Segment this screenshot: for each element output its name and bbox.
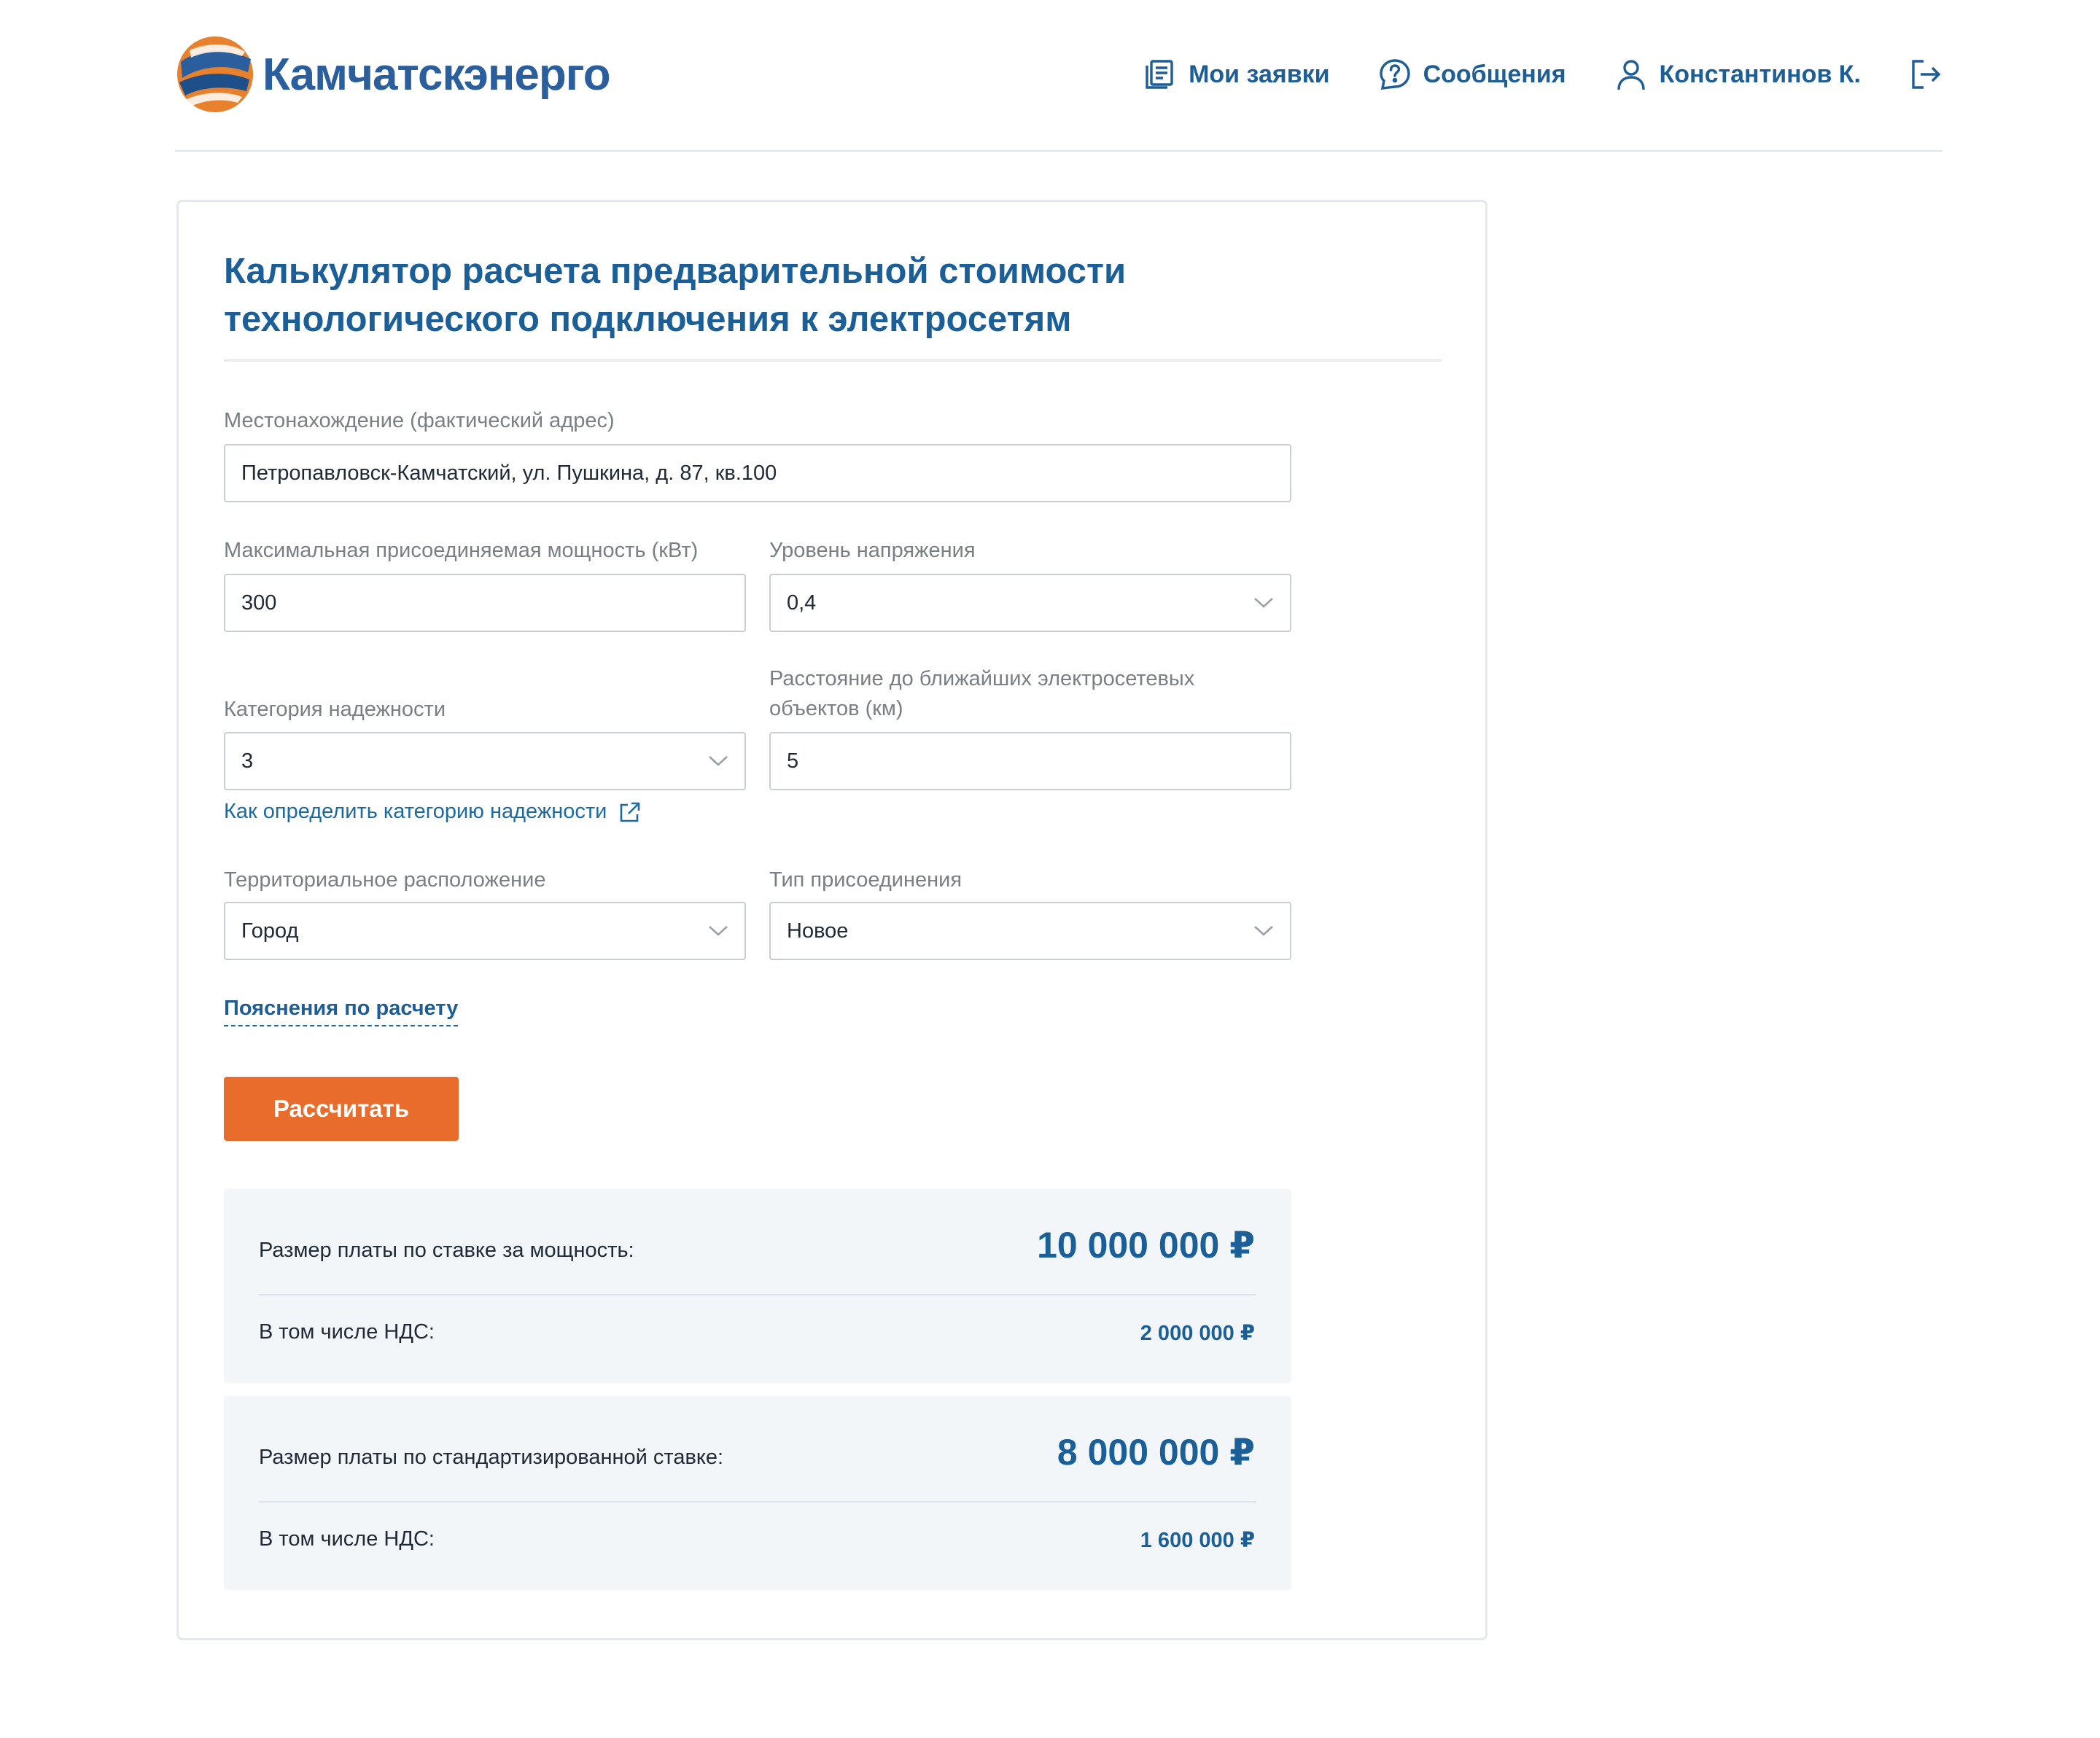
nav-messages[interactable]: Сообщения	[1378, 58, 1566, 91]
power-value: 300	[241, 591, 277, 615]
nav-my-requests[interactable]: Мои заявки	[1143, 58, 1330, 91]
distance-label: Расстояние до ближайших электросетевых о…	[769, 664, 1194, 724]
distance-label-line2: объектов (км)	[769, 697, 903, 720]
standard-rate-amount: 8 000 000 ₽	[1057, 1432, 1255, 1473]
brand-name: Камчатскэнерго	[262, 49, 611, 100]
title-divider	[224, 359, 1442, 362]
nav-user-profile[interactable]: Константинов К.	[1614, 58, 1861, 91]
page-title-line2: технологического подключения к электросе…	[224, 300, 1072, 339]
territory-value: Город	[241, 919, 299, 943]
chevron-down-icon	[709, 926, 728, 936]
calculate-button[interactable]: Рассчитать	[224, 1077, 459, 1141]
territory-select[interactable]: Город	[224, 902, 746, 960]
brand-logo[interactable]: Камчатскэнерго	[175, 34, 611, 115]
chevron-down-icon	[709, 756, 728, 766]
brand-logo-icon	[177, 36, 253, 112]
nav-messages-label: Сообщения	[1423, 60, 1566, 88]
power-rate-vat-amount: 2 000 000 ₽	[1140, 1322, 1255, 1345]
chevron-down-icon	[1254, 926, 1273, 936]
distance-label-line1: Расстояние до ближайших электросетевых	[769, 667, 1195, 690]
calculation-explanations-link[interactable]: Пояснения по расчету	[224, 997, 459, 1026]
page-title: Калькулятор расчета предварительной стои…	[224, 247, 1463, 343]
reliability-value: 3	[241, 749, 254, 773]
power-rate-amount: 10 000 000 ₽	[1037, 1225, 1255, 1266]
address-input[interactable]: Петропавловск-Камчатский, ул. Пушкина, д…	[224, 444, 1291, 502]
connection-type-value: Новое	[787, 919, 849, 943]
power-rate-label: Размер платы по ставке за мощность:	[259, 1239, 634, 1262]
nav-user-name: Константинов К.	[1659, 60, 1861, 88]
site-header: Камчатскэнерго Мои заявки Сообщения Конс…	[175, 29, 1942, 122]
standard-rate-vat-amount: 1 600 000 ₽	[1140, 1529, 1255, 1552]
reliability-help-link-text: Как определить категорию надежности	[224, 800, 607, 823]
standard-rate-label: Размер платы по стандартизированной став…	[259, 1446, 724, 1469]
standard-rate-vat-label: В том числе НДС:	[259, 1527, 435, 1551]
address-label: Местонахождение (фактический адрес)	[224, 409, 615, 432]
document-list-icon	[1146, 60, 1173, 89]
calculator-card: Калькулятор расчета предварительной стои…	[176, 200, 1488, 1640]
result-divider	[259, 1501, 1256, 1503]
connection-type-label: Тип присоединения	[769, 868, 962, 892]
nav-my-requests-label: Мои заявки	[1189, 60, 1330, 88]
header-divider	[175, 150, 1942, 152]
result-divider	[259, 1294, 1256, 1295]
distance-value: 5	[787, 749, 799, 773]
power-rate-result: Размер платы по ставке за мощность: 10 0…	[224, 1189, 1291, 1383]
chevron-down-icon	[1254, 598, 1273, 608]
external-link-icon	[621, 802, 640, 822]
top-navigation: Мои заявки Сообщения Константинов К.	[1143, 51, 1942, 98]
logout-icon[interactable]	[1909, 58, 1942, 91]
voltage-value: 0,4	[787, 591, 817, 615]
page-title-line1: Калькулятор расчета предварительной стои…	[224, 252, 1127, 291]
reliability-help-link[interactable]: Как определить категорию надежности	[224, 800, 642, 824]
address-value: Петропавловск-Камчатский, ул. Пушкина, д…	[241, 461, 777, 485]
question-bubble-icon	[1379, 59, 1410, 90]
voltage-label: Уровень напряжения	[769, 539, 976, 562]
user-icon	[1617, 60, 1645, 90]
reliability-label: Категория надежности	[224, 698, 446, 721]
voltage-select[interactable]: 0,4	[769, 574, 1291, 632]
standard-rate-result: Размер платы по стандартизированной став…	[224, 1396, 1291, 1590]
connection-type-select[interactable]: Новое	[769, 902, 1291, 960]
power-input[interactable]: 300	[224, 574, 746, 632]
territory-label: Территориальное расположение	[224, 868, 546, 892]
distance-input[interactable]: 5	[769, 732, 1291, 790]
power-rate-vat-label: В том числе НДС:	[259, 1320, 435, 1344]
reliability-select[interactable]: 3	[224, 732, 746, 790]
power-label: Максимальная присоединяемая мощность (кВ…	[224, 539, 699, 562]
